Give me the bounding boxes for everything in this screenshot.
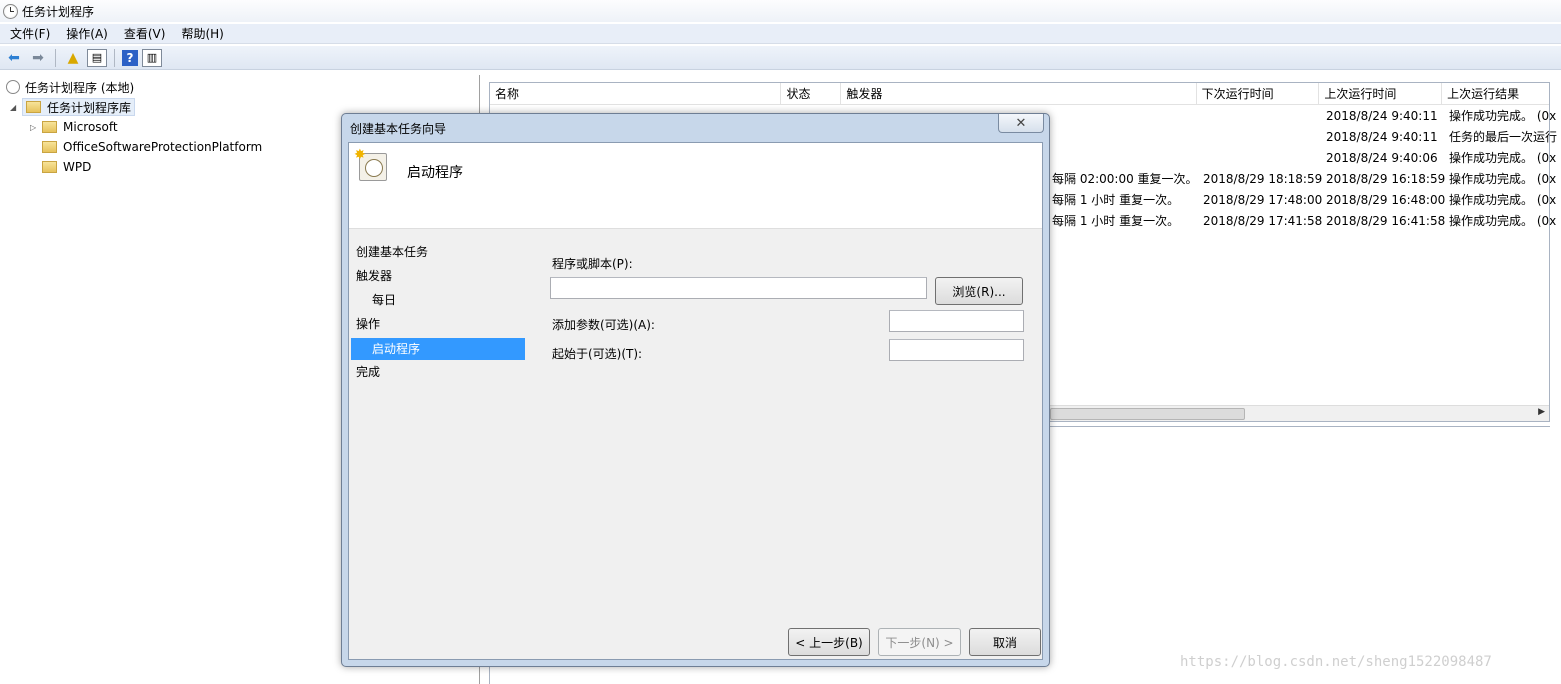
back-button[interactable]: < 上一步(B) (788, 628, 870, 656)
clock-icon (6, 80, 20, 94)
folder-label: OfficeSoftwareProtectionPlatform (63, 140, 263, 154)
menu-file[interactable]: 文件(F) (10, 25, 50, 42)
browse-button[interactable]: 浏览(R)... (935, 277, 1023, 305)
cell-trigger: 每隔 1 小时 重复一次。 (1052, 193, 1180, 207)
column-header-name[interactable]: 名称 (490, 83, 782, 104)
cell-last-run: 2018/8/29 16:18:59 (1326, 172, 1446, 186)
collapsed-arrow-icon[interactable]: ▷ (30, 123, 40, 132)
cell-last-result: 操作成功完成。 (0x (1449, 151, 1557, 165)
step-daily[interactable]: 每日 (351, 289, 525, 311)
cell-last-result: 操作成功完成。 (0x (1449, 109, 1557, 123)
table-header: 名称 状态 触发器 下次运行时间 上次运行时间 上次运行结果 (490, 83, 1549, 105)
tree-folder-microsoft[interactable]: ▷ Microsoft (30, 117, 118, 137)
up-folder-icon[interactable]: ▲ (63, 48, 83, 68)
cell-trigger: 每隔 02:00:00 重复一次。 (1052, 172, 1198, 186)
cell-trigger: 每隔 1 小时 重复一次。 (1052, 214, 1180, 228)
scroll-right-arrow-icon[interactable]: ▶ (1538, 407, 1545, 417)
cell-next-run: 2018/8/29 17:41:58 (1203, 214, 1323, 228)
step-action[interactable]: 操作 (351, 313, 525, 335)
back-arrow-icon[interactable]: ⬅ (4, 48, 24, 68)
cell-next-run: 2018/8/29 17:48:00 (1203, 193, 1323, 207)
start-in-label: 起始于(可选)(T): (552, 347, 643, 361)
tree-library-label: 任务计划程序库 (47, 100, 132, 115)
folder-label: WPD (63, 160, 92, 174)
cell-last-run: 2018/8/24 9:40:11 (1326, 109, 1438, 123)
dialog-body: ✸ 启动程序 创建基本任务 触发器 每日 操作 启动程序 完成 程序或脚本(P)… (348, 142, 1043, 660)
add-arguments-label: 添加参数(可选)(A): (552, 318, 655, 332)
cell-last-result: 操作成功完成。 (0x (1449, 172, 1557, 186)
dialog-title: 创建基本任务向导 (350, 122, 447, 136)
expanded-arrow-icon[interactable]: ◢ (10, 103, 20, 112)
window-title: 任务计划程序 (22, 4, 95, 19)
create-basic-task-wizard: 创建基本任务向导 ✕ ✸ 启动程序 创建基本任务 触发器 每日 操作 启动程序 … (341, 113, 1050, 667)
tree-folder-ospp[interactable]: OfficeSoftwareProtectionPlatform (42, 137, 262, 157)
cell-last-result: 操作成功完成。 (0x (1449, 214, 1557, 228)
task-scheduler-icon: ✸ (354, 147, 387, 181)
column-header-status[interactable]: 状态 (781, 83, 842, 104)
window-titlebar: 任务计划程序 (0, 0, 1561, 22)
folder-label: Microsoft (63, 120, 118, 134)
close-icon: ✕ (1015, 115, 1027, 131)
folder-icon (42, 161, 57, 173)
scrollbar-thumb[interactable] (1050, 408, 1245, 420)
menu-bar: 文件(F) 操作(A) 查看(V) 帮助(H) (0, 24, 1561, 44)
menu-action[interactable]: 操作(A) (66, 25, 108, 42)
tree-folder-wpd[interactable]: WPD (42, 157, 91, 177)
forward-arrow-icon[interactable]: ➡ (28, 48, 48, 68)
toolbar-separator (114, 48, 115, 67)
cell-last-result: 任务的最后一次运行 (1449, 130, 1558, 144)
program-script-label: 程序或脚本(P): (552, 257, 633, 271)
wizard-header: ✸ 启动程序 (349, 143, 1042, 229)
show-hide-action-pane-icon[interactable]: ▥ (142, 48, 162, 67)
next-button[interactable]: 下一步(N) > (878, 628, 961, 656)
folder-icon (42, 121, 57, 133)
menu-view[interactable]: 查看(V) (124, 25, 166, 42)
cancel-button[interactable]: 取消 (969, 628, 1041, 656)
program-script-input[interactable] (550, 277, 927, 299)
cell-last-run: 2018/8/24 9:40:06 (1326, 151, 1438, 165)
add-arguments-input[interactable] (889, 310, 1024, 332)
column-header-trigger[interactable]: 触发器 (841, 83, 1197, 104)
step-create-basic-task[interactable]: 创建基本任务 (351, 241, 525, 263)
watermark-url: https://blog.csdn.net/sheng1522098487 (1180, 654, 1492, 670)
tree-library[interactable]: ◢ 任务计划程序库 (10, 97, 136, 117)
cell-last-run: 2018/8/29 16:48:00 (1326, 193, 1446, 207)
toolbar-separator (55, 48, 56, 67)
step-start-program[interactable]: 启动程序 (351, 338, 525, 360)
folder-icon (42, 141, 57, 153)
task-scheduler-clock-icon (3, 3, 18, 19)
tree-library-selected: 任务计划程序库 (22, 98, 136, 116)
toolbar: ⬅ ➡ ▲ ▤ ? ▥ (0, 46, 1561, 70)
step-finish[interactable]: 完成 (351, 361, 525, 383)
menu-help[interactable]: 帮助(H) (181, 25, 223, 42)
help-icon[interactable]: ? (122, 49, 138, 66)
dialog-close-button[interactable]: ✕ (998, 114, 1044, 133)
folder-icon (26, 101, 41, 113)
tree-root[interactable]: 任务计划程序 (本地) (6, 77, 134, 97)
column-header-next-run[interactable]: 下次运行时间 (1197, 83, 1320, 104)
wizard-page-title: 启动程序 (407, 165, 463, 181)
tree-root-label: 任务计划程序 (本地) (25, 80, 135, 95)
cell-last-result: 操作成功完成。 (0x (1449, 193, 1557, 207)
star-icon: ✸ (354, 147, 366, 163)
cell-last-run: 2018/8/29 16:41:58 (1326, 214, 1446, 228)
start-in-input[interactable] (889, 339, 1024, 361)
column-header-last-run[interactable]: 上次运行时间 (1319, 83, 1443, 104)
cell-last-run: 2018/8/24 9:40:11 (1326, 130, 1438, 144)
step-trigger[interactable]: 触发器 (351, 265, 525, 287)
cell-next-run: 2018/8/29 18:18:59 (1203, 172, 1323, 186)
show-hide-console-tree-icon[interactable]: ▤ (87, 48, 107, 67)
column-header-last-result[interactable]: 上次运行结果 (1442, 83, 1549, 104)
